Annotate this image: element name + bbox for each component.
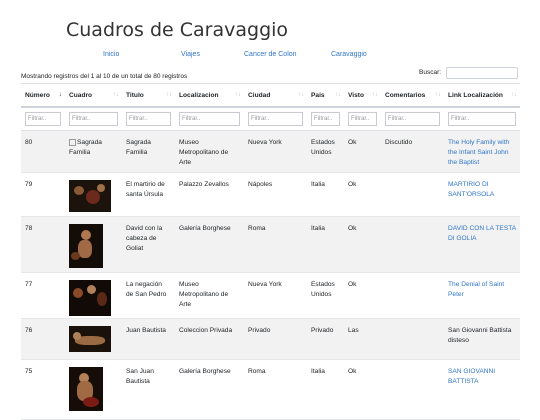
cell-pais: Estados Unidos (307, 272, 344, 319)
cell-pais: Estados Unidos (307, 130, 344, 173)
cell-localizacion: Museo Metropolitano de Arte (175, 272, 244, 319)
filter-input-localizacion[interactable]: Filtrar.. (179, 112, 240, 126)
sort-icon: ↑↓ (165, 91, 173, 98)
filter-input-cuadro[interactable]: Filtrar.. (69, 112, 118, 126)
cell-titulo: Sagrada Familia (122, 130, 175, 173)
cell-visto: Ok (344, 130, 381, 173)
cell-ciudad: Nápoles (244, 172, 307, 217)
filter-input-pais[interactable]: Filtrar.. (311, 112, 340, 126)
search-input[interactable] (446, 67, 518, 79)
cell-localizacion: Galería Borghese (175, 359, 244, 420)
painting-thumbnail[interactable] (69, 367, 103, 411)
nav-link-cancer-de-colon[interactable]: Cancer de Colon (244, 51, 297, 58)
nav-link-caravaggio[interactable]: Caravaggio (331, 51, 367, 58)
sort-icon: ↑↓ (297, 91, 305, 98)
col-header-comentarios[interactable]: Comentarios ↑↓ (381, 83, 444, 108)
location-link[interactable]: The Holy Family with the Infant Saint Jo… (448, 139, 509, 166)
sort-asc-icon: ↓ (58, 91, 62, 98)
table-row: 79 El martirio de santa Úrsula Palazzo Z… (21, 172, 520, 217)
sort-icon: ↑↓ (371, 91, 379, 98)
location-link[interactable]: SAN GIOVANNI BATTISTA (448, 368, 495, 385)
sort-icon: ↑↓ (112, 91, 120, 98)
location-link[interactable]: The Denial of Saint Peter (448, 281, 504, 298)
cell-titulo: La negación de San Pedro (122, 272, 175, 319)
cell-comentarios (381, 359, 444, 420)
cell-numero: 78 (21, 216, 65, 273)
cell-comentarios: Discutido (381, 130, 444, 173)
sort-icon: ↑↓ (434, 91, 442, 98)
cell-comentarios (381, 272, 444, 319)
painting-thumbnail[interactable] (69, 280, 111, 316)
col-header-localizacion[interactable]: Localizacion ↑↓ (175, 83, 244, 108)
table-row: 75 San Juan Bautista Galería Borghese Ro… (21, 359, 520, 420)
cell-localizacion: Palazzo Zevallos (175, 172, 244, 217)
cell-numero: 76 (21, 318, 65, 360)
cell-pais: Privado (307, 318, 344, 360)
table-row: 78 David con la cabeza de Goliat Galería… (21, 216, 520, 273)
cell-visto: Ok (344, 216, 381, 273)
cell-comentarios (381, 172, 444, 217)
filter-input-titulo[interactable]: Filtrar.. (126, 112, 171, 126)
cell-comentarios (381, 216, 444, 273)
col-header-numero[interactable]: Número ↓ (21, 83, 65, 108)
cell-numero: 77 (21, 272, 65, 319)
col-header-ciudad[interactable]: Ciudad ↑↓ (244, 83, 307, 108)
cell-pais: Italia (307, 216, 344, 273)
sort-icon: ↑↓ (234, 91, 242, 98)
col-header-titulo[interactable]: Titulo ↑↓ (122, 83, 175, 108)
page-title: Cuadros de Caravaggio (66, 19, 289, 41)
nav-link-inicio[interactable]: Inicio (103, 51, 119, 58)
cell-pais: Italia (307, 172, 344, 217)
location-link[interactable]: DAVID CON LA TESTA DI GOLIA (448, 225, 516, 242)
cell-numero: 75 (21, 359, 65, 420)
cell-pais: Italia (307, 359, 344, 420)
cell-visto: Las (344, 318, 381, 360)
cell-visto: Ok (344, 359, 381, 420)
cell-numero: 80 (21, 130, 65, 173)
cell-titulo: David con la cabeza de Goliat (122, 216, 175, 273)
cell-visto: Ok (344, 272, 381, 319)
cell-numero: 79 (21, 172, 65, 217)
painting-thumbnail[interactable] (69, 180, 111, 212)
table-row: 80 Sagrada Familia Sagrada Familia Museo… (21, 130, 520, 173)
cell-titulo: San Juan Bautista (122, 359, 175, 420)
cell-titulo: El martirio de santa Úrsula (122, 172, 175, 217)
painting-thumbnail[interactable] (69, 224, 103, 268)
cell-ciudad: Nueva York (244, 130, 307, 173)
cell-comentarios (381, 318, 444, 360)
filter-input-numero[interactable]: Filtrar.. (25, 112, 61, 126)
table-info: Mostrando registros del 1 al 10 de un to… (21, 73, 188, 80)
sort-icon: ↑↓ (510, 91, 518, 98)
cell-localizacion: Galería Borghese (175, 216, 244, 273)
col-header-visto[interactable]: Visto ↑↓ (344, 83, 381, 108)
cell-titulo: Juan Bautista (122, 318, 175, 360)
nav-link-viajes[interactable]: Viajes (181, 51, 200, 58)
paintings-table: Número ↓ Cuadro ↑↓ Titulo ↑↓ Localizacion ↑↓… (21, 83, 520, 420)
cell-ciudad: Roma (244, 359, 307, 420)
painting-thumbnail[interactable] (69, 326, 111, 352)
filter-input-link[interactable]: Filtrar.. (448, 112, 516, 126)
location-link[interactable]: MARTIRIO DI SANT'ORSOLA (448, 181, 494, 198)
broken-image-icon (69, 138, 76, 146)
col-header-pais[interactable]: Pais ↑↓ (307, 83, 344, 108)
search-label: Buscar: (419, 69, 442, 76)
cell-link-text: San Giovanni Battista disteso (444, 318, 520, 360)
cell-ciudad: Nueva York (244, 272, 307, 319)
cell-localizacion: Museo Metropolitano de Arte (175, 130, 244, 173)
filter-input-comentarios[interactable]: Filtrar.. (385, 112, 440, 126)
cell-visto: Ok (344, 172, 381, 217)
cell-localizacion: Coleccion Privada (175, 318, 244, 360)
col-header-link[interactable]: Link Localización ↑↓ (444, 83, 520, 108)
table-row: 77 La negación de San Pedro Museo Metrop… (21, 272, 520, 319)
col-header-cuadro[interactable]: Cuadro ↑↓ (65, 83, 122, 108)
table-row: 76 Juan Bautista Coleccion Privada Priva… (21, 318, 520, 360)
filter-input-ciudad[interactable]: Filtrar.. (248, 112, 303, 126)
cell-ciudad: Privado (244, 318, 307, 360)
filter-input-visto[interactable]: Filtrar.. (348, 112, 377, 126)
sort-icon: ↑↓ (334, 91, 342, 98)
cell-ciudad: Roma (244, 216, 307, 273)
